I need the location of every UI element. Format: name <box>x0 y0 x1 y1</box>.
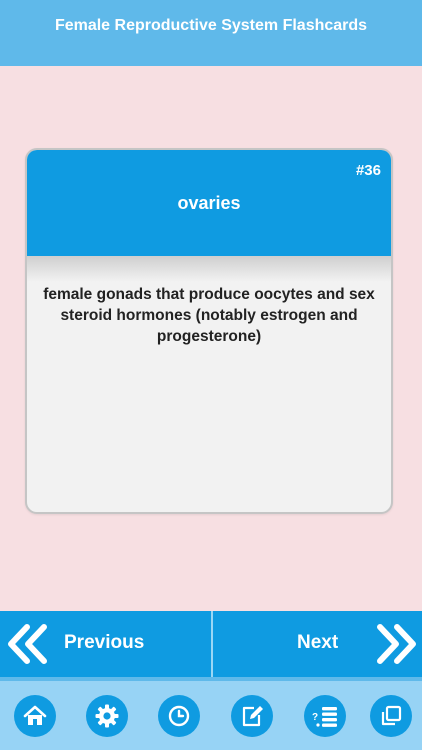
navigation-bar: Previous Next <box>0 611 422 677</box>
home-icon <box>22 703 48 729</box>
quiz-list-button[interactable]: ? <box>304 695 346 737</box>
previous-label: Previous <box>64 632 145 653</box>
card-definition: female gonads that produce oocytes and s… <box>43 286 375 345</box>
quiz-list-icon: ? <box>311 703 339 729</box>
settings-button[interactable] <box>86 695 128 737</box>
app-header: Female Reproductive System Flashcards <box>0 0 422 66</box>
copy-button[interactable] <box>370 695 412 737</box>
app-title: Female Reproductive System Flashcards <box>54 17 368 34</box>
card-fold-shadow <box>27 256 391 282</box>
double-chevron-right-icon <box>374 622 418 671</box>
double-chevron-left-icon <box>6 622 50 671</box>
history-icon <box>166 703 192 729</box>
history-button[interactable] <box>158 695 200 737</box>
next-button[interactable]: Next <box>213 611 422 677</box>
card-term: ovaries <box>177 193 241 213</box>
svg-text:?: ? <box>312 712 318 723</box>
copy-icon <box>378 703 404 729</box>
flashcard[interactable]: #36 ovaries female gonads that produce o… <box>25 148 393 514</box>
bottom-toolbar: ? <box>0 677 422 750</box>
next-label: Next <box>297 632 339 653</box>
settings-icon <box>94 703 120 729</box>
previous-button[interactable]: Previous <box>0 611 211 677</box>
flashcard-header: #36 ovaries <box>27 150 391 256</box>
notes-button[interactable] <box>231 695 273 737</box>
card-number: #36 <box>355 162 381 179</box>
edit-icon <box>239 703 265 729</box>
home-button[interactable] <box>14 695 56 737</box>
